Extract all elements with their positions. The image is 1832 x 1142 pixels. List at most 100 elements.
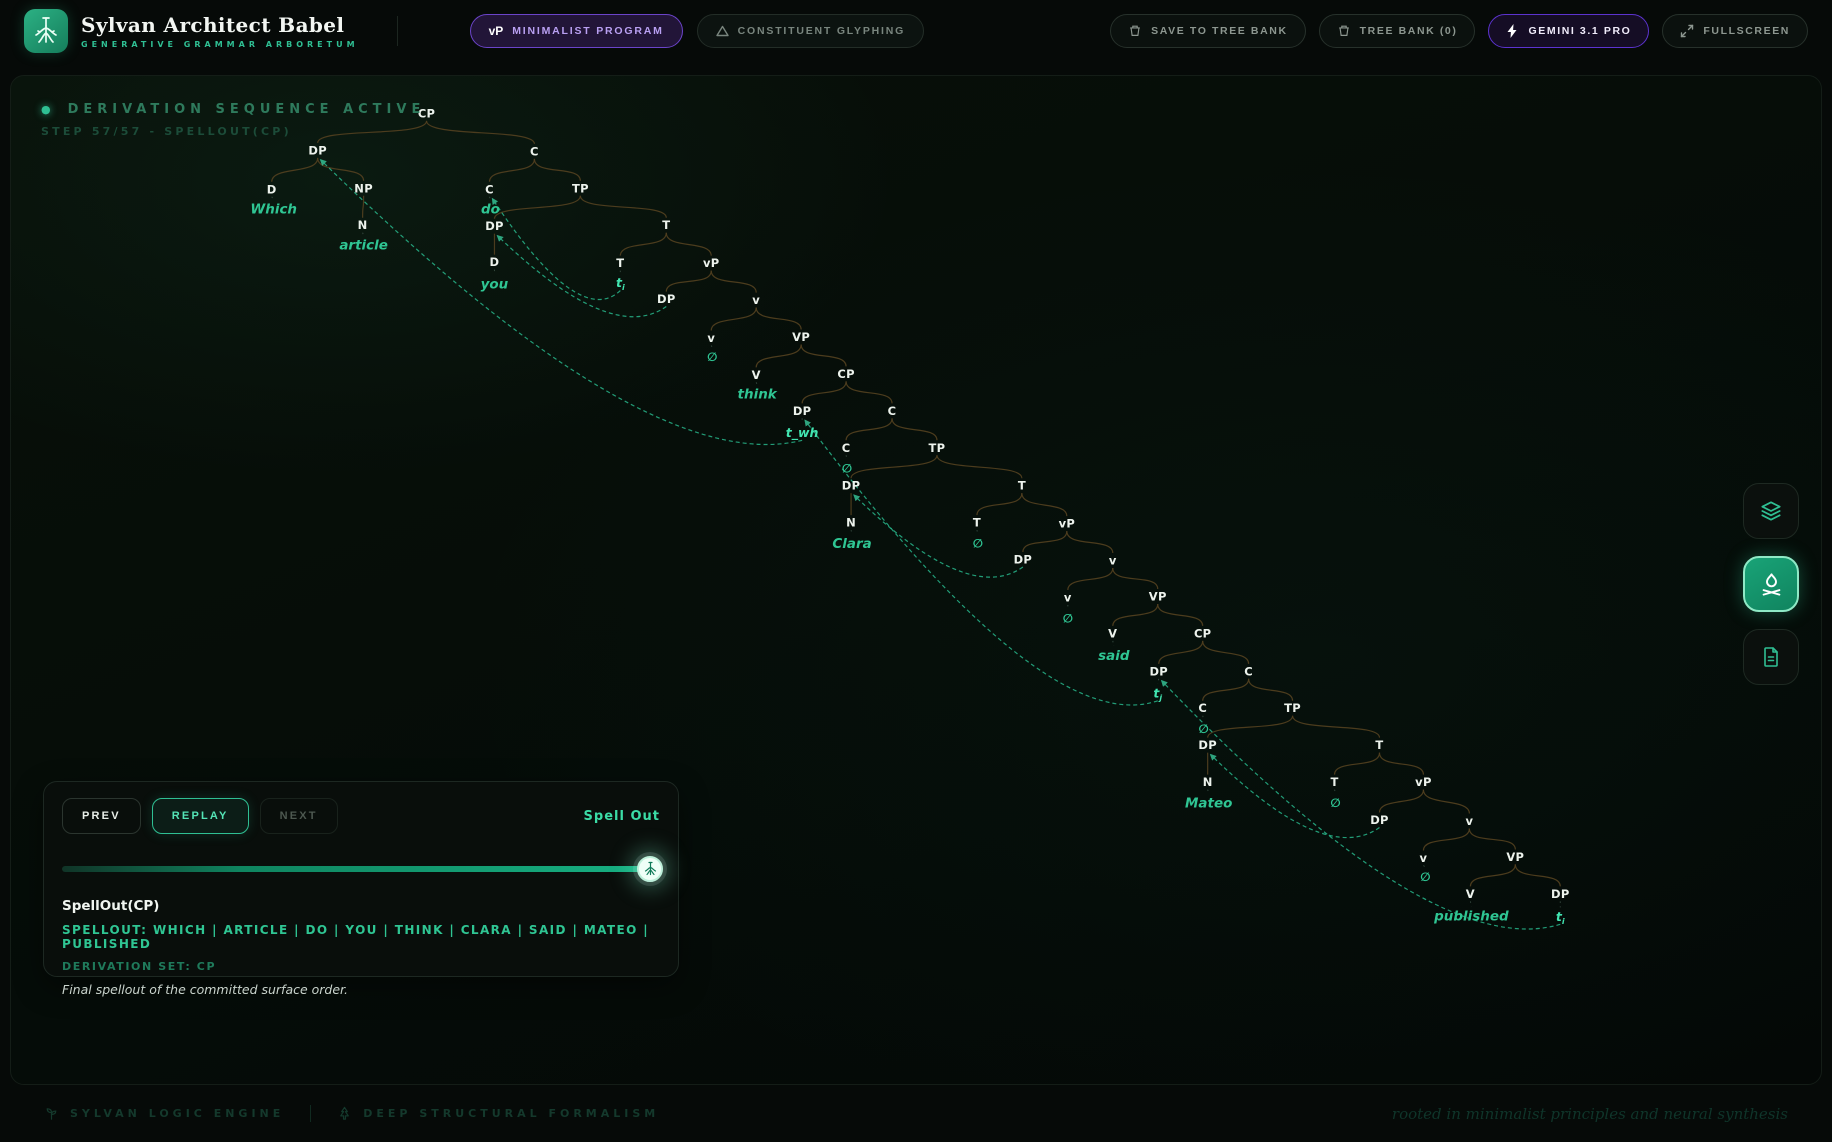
tree-node-T1[interactable]: T [662, 218, 670, 232]
tree-node-NP1[interactable]: NP [354, 181, 373, 195]
tree-node-nul4[interactable]: ∅ [1063, 611, 1073, 625]
tree-node-Dy[interactable]: D [490, 255, 500, 269]
tree-node-wPub[interactable]: published [1433, 908, 1509, 924]
document-icon [1759, 645, 1783, 669]
tree-node-DPto[interactable]: DP [1551, 887, 1570, 901]
edge-T1-Th1 [620, 233, 666, 256]
tree-node-T2[interactable]: T [1018, 479, 1026, 493]
tree-node-CP2[interactable]: CP [837, 367, 854, 381]
tree-node-wSaid[interactable]: said [1098, 648, 1130, 664]
tree-node-TP3[interactable]: TP [1284, 701, 1301, 715]
tree-node-tJ[interactable]: tj [1153, 685, 1162, 701]
tree-node-Ch1[interactable]: C [485, 182, 494, 196]
tree-node-Nm[interactable]: N [1203, 775, 1213, 789]
fullscreen-button[interactable]: FULLSCREEN [1662, 14, 1808, 48]
tree-node-nul5[interactable]: ∅ [1199, 722, 1209, 736]
tree-node-N1[interactable]: N [358, 218, 368, 232]
tree-node-DP1[interactable]: DP [308, 143, 327, 157]
tree-node-v1[interactable]: v [752, 293, 760, 307]
tree-node-v2[interactable]: v [1109, 554, 1117, 568]
bonfire-tool-button[interactable] [1743, 556, 1799, 612]
layers-tool-button[interactable] [1743, 483, 1799, 539]
tree-node-wWhich[interactable]: Which [250, 202, 297, 218]
tree-node-wDo[interactable]: do [481, 202, 500, 218]
tree-node-C3[interactable]: C [1244, 664, 1253, 678]
tree-node-wThink[interactable]: think [738, 386, 778, 402]
tree-node-Th3[interactable]: T [1330, 775, 1338, 789]
tree-node-DPc[interactable]: DP [842, 479, 861, 493]
edge-CP2-DPwh [802, 381, 846, 403]
report-tool-button[interactable] [1743, 629, 1799, 685]
tree-node-DPwh[interactable]: DP [793, 404, 812, 418]
model-selector-button[interactable]: GEMINI 3.1 PRO [1488, 14, 1649, 48]
edge-T3-Th3 [1335, 753, 1380, 775]
tree-node-Vth[interactable]: V [752, 368, 761, 382]
tree-bank-button[interactable]: TREE BANK (0) [1319, 14, 1476, 48]
drop-DPtj-tJ [1158, 679, 1159, 684]
save-to-tree-bank-button[interactable]: SAVE TO TREE BANK [1110, 14, 1306, 48]
prev-step-button[interactable]: PREV [62, 798, 141, 834]
tree-node-Nc[interactable]: N [846, 516, 856, 530]
tree-node-DPtj[interactable]: DP [1149, 664, 1168, 678]
tree-node-DPy[interactable]: DP [485, 219, 504, 233]
tree-node-tI2[interactable]: ti [1556, 909, 1565, 925]
tree-node-wArticle[interactable]: article [339, 238, 388, 254]
tree-node-Th2[interactable]: T [973, 516, 981, 530]
fullscreen-label: FULLSCREEN [1703, 25, 1790, 37]
tree-node-tWh[interactable]: t_wh [786, 425, 819, 441]
tree-node-nul1[interactable]: ∅ [707, 350, 717, 364]
tree-node-DPty[interactable]: DP [657, 292, 676, 306]
constituent-glyphing-pill[interactable]: CONSTITUENT GLYPHING [697, 14, 924, 48]
tree-node-nul6[interactable]: ∅ [1330, 796, 1340, 810]
slider-track[interactable] [62, 866, 660, 872]
tree-node-VP2[interactable]: VP [1149, 589, 1167, 603]
tree-node-vP2[interactable]: vP [1059, 517, 1075, 531]
tree-node-Th1[interactable]: T [616, 256, 624, 270]
minimalist-program-pill[interactable]: vP MINIMALIST PROGRAM [470, 14, 683, 48]
replay-button[interactable]: REPLAY [152, 798, 249, 834]
tree-node-DPm[interactable]: DP [1198, 738, 1217, 752]
tree-node-nul2[interactable]: ∅ [842, 462, 852, 476]
tree-node-D1[interactable]: D [267, 182, 277, 196]
tree-node-Vsd[interactable]: V [1108, 626, 1117, 640]
tree-node-T3[interactable]: T [1375, 738, 1383, 752]
tree-node-vh3[interactable]: v [1420, 851, 1428, 865]
tree-node-DPtm[interactable]: DP [1370, 813, 1389, 827]
tree-node-Ch2[interactable]: C [842, 441, 851, 455]
tree-node-C1[interactable]: C [530, 144, 539, 158]
edge-TP2-DPc [851, 455, 937, 478]
tree-node-VP1[interactable]: VP [792, 330, 810, 344]
tree-node-wMateo[interactable]: Mateo [1185, 796, 1232, 812]
tree-node-TP1[interactable]: TP [572, 181, 589, 195]
tree-node-C2[interactable]: C [888, 404, 897, 418]
operation-title: SpellOut(CP) [62, 898, 660, 914]
tree-node-Vpb[interactable]: V [1466, 887, 1475, 901]
tree-node-nul7[interactable]: ∅ [1420, 870, 1430, 884]
edge-T2-vP2 [1022, 493, 1067, 516]
tree-node-vh2[interactable]: v [1064, 590, 1072, 604]
tree-node-vP1[interactable]: vP [703, 256, 719, 270]
tree-node-DPtc[interactable]: DP [1014, 553, 1033, 567]
tree-node-wClara[interactable]: Clara [832, 536, 871, 552]
edge-CP2-C2 [846, 381, 892, 403]
tree-node-vP3[interactable]: vP [1415, 775, 1431, 789]
slider-thumb[interactable] [637, 856, 663, 882]
edge-v2-VP2 [1113, 568, 1158, 589]
tree-node-vh1[interactable]: v [707, 331, 715, 345]
tree-node-wYou[interactable]: you [481, 277, 509, 293]
derivation-slider[interactable] [62, 856, 660, 882]
vp-badge: vP [489, 24, 504, 38]
tree-node-v3[interactable]: v [1465, 814, 1473, 828]
engine-label: SYLVAN LOGIC ENGINE [70, 1107, 284, 1120]
tree-node-Ch3[interactable]: C [1198, 701, 1207, 715]
next-step-button[interactable]: NEXT [260, 798, 338, 834]
tree-node-nul3[interactable]: ∅ [973, 537, 983, 551]
tree-node-tI1[interactable]: ti [616, 275, 625, 291]
edge-vP1-v1 [711, 271, 756, 293]
drop-Ch2-nul2 [846, 455, 847, 459]
tree-node-VP3[interactable]: VP [1506, 850, 1524, 864]
edge-TP3-T3 [1293, 716, 1380, 738]
tree-node-CP3[interactable]: CP [1194, 626, 1211, 640]
edge-C1-Ch1 [489, 159, 534, 182]
tree-node-TP2[interactable]: TP [929, 441, 946, 455]
